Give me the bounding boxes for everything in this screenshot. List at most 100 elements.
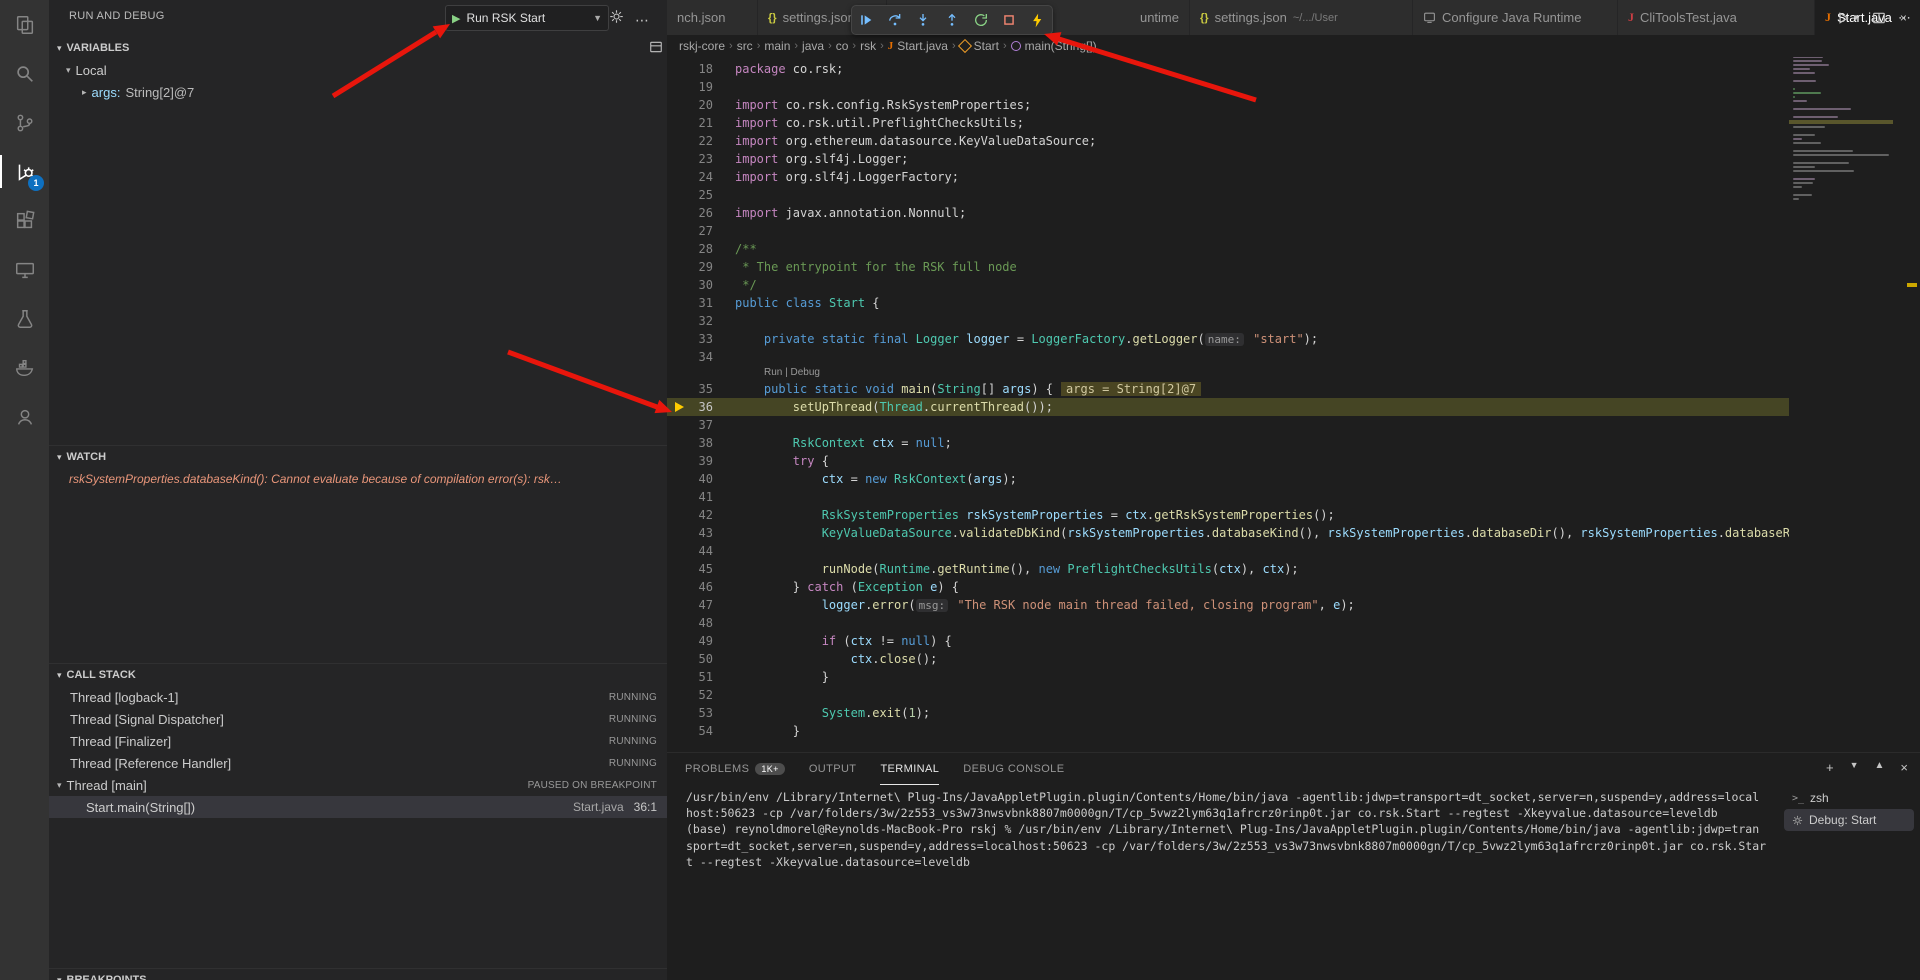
testing-icon[interactable] — [0, 294, 49, 343]
step-into-button[interactable] — [911, 8, 935, 32]
more-actions-icon[interactable]: ⋯ — [635, 12, 650, 29]
minimap[interactable] — [1789, 40, 1899, 726]
line-number[interactable]: 35 — [699, 380, 713, 398]
line-number[interactable]: 19 — [699, 78, 713, 96]
line-number[interactable]: 46 — [699, 578, 713, 596]
line-number[interactable]: 22 — [699, 132, 713, 150]
line-number-gutter[interactable]: 33 — [667, 330, 735, 348]
code-line[interactable]: 23import org.slf4j.Logger; — [667, 150, 1789, 168]
code-line[interactable]: 26import javax.annotation.Nonnull; — [667, 204, 1789, 222]
code-line[interactable]: 39 try { — [667, 452, 1789, 470]
line-number[interactable]: 32 — [699, 312, 713, 330]
line-number-gutter[interactable]: 31 — [667, 294, 735, 312]
breadcrumb-item[interactable]: main(String[]) — [1025, 39, 1097, 53]
tab-problems[interactable]: PROBLEMS 1K+ — [685, 753, 785, 785]
line-number-gutter[interactable]: 21 — [667, 114, 735, 132]
code-line[interactable]: 18package co.rsk; — [667, 60, 1789, 78]
tab-settings-json-user[interactable]: {} settings.json ~/.../User — [1190, 0, 1413, 35]
line-number-gutter[interactable]: 50 — [667, 650, 735, 668]
split-editor-button[interactable] — [1872, 11, 1886, 25]
stop-button[interactable] — [997, 8, 1021, 32]
line-number[interactable]: 20 — [699, 96, 713, 114]
run-file-button[interactable]: ▼ — [1836, 11, 1860, 25]
line-number[interactable]: 48 — [699, 614, 713, 632]
line-number-gutter[interactable]: 45 — [667, 560, 735, 578]
line-number-gutter[interactable]: 42 — [667, 506, 735, 524]
line-number-gutter[interactable]: 38 — [667, 434, 735, 452]
line-number[interactable]: 29 — [699, 258, 713, 276]
line-number-gutter[interactable]: 34 — [667, 348, 735, 366]
line-number[interactable]: 49 — [699, 632, 713, 650]
line-number-gutter[interactable]: 44 — [667, 542, 735, 560]
line-number[interactable]: 47 — [699, 596, 713, 614]
tab-clitoolstest-java[interactable]: J CliToolsTest.java — [1618, 0, 1815, 35]
thread-row[interactable]: Thread [Finalizer] RUNNING — [49, 730, 667, 752]
line-number-gutter[interactable]: 53 — [667, 704, 735, 722]
close-panel-icon[interactable]: × — [1900, 760, 1908, 775]
run-and-debug-icon[interactable]: 1 — [0, 147, 49, 196]
search-icon[interactable] — [0, 49, 49, 98]
thread-row-main[interactable]: ▾ Thread [main] PAUSED ON BREAKPOINT — [49, 774, 667, 796]
line-number-gutter[interactable]: 24 — [667, 168, 735, 186]
breadcrumb-item[interactable]: rsk — [860, 39, 876, 53]
line-number-gutter[interactable]: 54 — [667, 722, 735, 740]
line-number[interactable]: 33 — [699, 330, 713, 348]
line-number-gutter[interactable]: 22 — [667, 132, 735, 150]
code-line[interactable]: 49 if (ctx != null) { — [667, 632, 1789, 650]
line-number[interactable]: 43 — [699, 524, 713, 542]
line-number-gutter[interactable]: 32 — [667, 312, 735, 330]
source-control-icon[interactable] — [0, 98, 49, 147]
line-number[interactable]: 21 — [699, 114, 713, 132]
docker-icon[interactable] — [0, 343, 49, 392]
line-number[interactable]: 53 — [699, 704, 713, 722]
terminal-instance-zsh[interactable]: >_ zsh — [1784, 787, 1914, 809]
tab-launch-json[interactable]: nch.json — [667, 0, 758, 35]
breadcrumb-item[interactable]: Start.java — [897, 39, 948, 53]
line-number-gutter[interactable]: 46 — [667, 578, 735, 596]
launch-config-dropdown[interactable]: ▶ Run RSK Start ▼ — [445, 5, 609, 31]
code-line[interactable]: 35 public static void main(String[] args… — [667, 380, 1789, 398]
line-number[interactable]: 44 — [699, 542, 713, 560]
new-terminal-button[interactable]: + — [1826, 760, 1834, 775]
breadcrumb-item[interactable]: main — [764, 39, 790, 53]
code-line[interactable]: 37 — [667, 416, 1789, 434]
line-number-gutter[interactable]: 43 — [667, 524, 735, 542]
code-line[interactable]: 44 — [667, 542, 1789, 560]
line-number-gutter[interactable]: 25 — [667, 186, 735, 204]
code-line[interactable]: 24import org.slf4j.LoggerFactory; — [667, 168, 1789, 186]
breadcrumb-item[interactable]: src — [737, 39, 753, 53]
line-number-gutter[interactable]: 18 — [667, 60, 735, 78]
line-number-gutter[interactable]: 52 — [667, 686, 735, 704]
tab-configure-java-runtime[interactable]: Configure Java Runtime — [1413, 0, 1618, 35]
code-line[interactable]: 32 — [667, 312, 1789, 330]
line-number-gutter[interactable]: 48 — [667, 614, 735, 632]
editor[interactable]: 18package co.rsk;1920import co.rsk.confi… — [667, 57, 1789, 755]
code-line[interactable]: 21import co.rsk.util.PreflightChecksUtil… — [667, 114, 1789, 132]
stack-frame-row[interactable]: Start.main(String[]) Start.java36:1 — [49, 796, 667, 818]
code-line[interactable]: 30 */ — [667, 276, 1789, 294]
line-number-gutter[interactable]: 40 — [667, 470, 735, 488]
terminal-output[interactable]: /usr/bin/env /Library/Internet\ Plug-Ins… — [686, 789, 1788, 870]
tab-debug-console[interactable]: DEBUG CONSOLE — [963, 753, 1064, 785]
breadcrumb-item[interactable]: Start — [974, 39, 999, 53]
code-line[interactable]: 43 KeyValueDataSource.validateDbKind(rsk… — [667, 524, 1789, 542]
line-number[interactable]: 52 — [699, 686, 713, 704]
line-number[interactable]: 41 — [699, 488, 713, 506]
debug-settings-gear-icon[interactable] — [609, 9, 624, 24]
line-number-gutter[interactable]: 27 — [667, 222, 735, 240]
line-number[interactable]: 27 — [699, 222, 713, 240]
step-over-button[interactable] — [883, 8, 907, 32]
maximize-panel-icon[interactable]: ▲ — [1875, 760, 1885, 775]
code-line[interactable]: 28/** — [667, 240, 1789, 258]
more-actions-button[interactable]: ⋯ — [1898, 10, 1912, 26]
line-number[interactable]: 37 — [699, 416, 713, 434]
line-number-gutter[interactable]: 35 — [667, 380, 735, 398]
line-number-gutter[interactable]: 23 — [667, 150, 735, 168]
terminal-instance-debug[interactable]: Debug: Start — [1784, 809, 1914, 831]
remote-explorer-icon[interactable] — [0, 245, 49, 294]
line-number[interactable]: 54 — [699, 722, 713, 740]
line-number-gutter[interactable]: 26 — [667, 204, 735, 222]
line-number[interactable]: 38 — [699, 434, 713, 452]
line-number-gutter[interactable]: 51 — [667, 668, 735, 686]
line-number[interactable]: 40 — [699, 470, 713, 488]
